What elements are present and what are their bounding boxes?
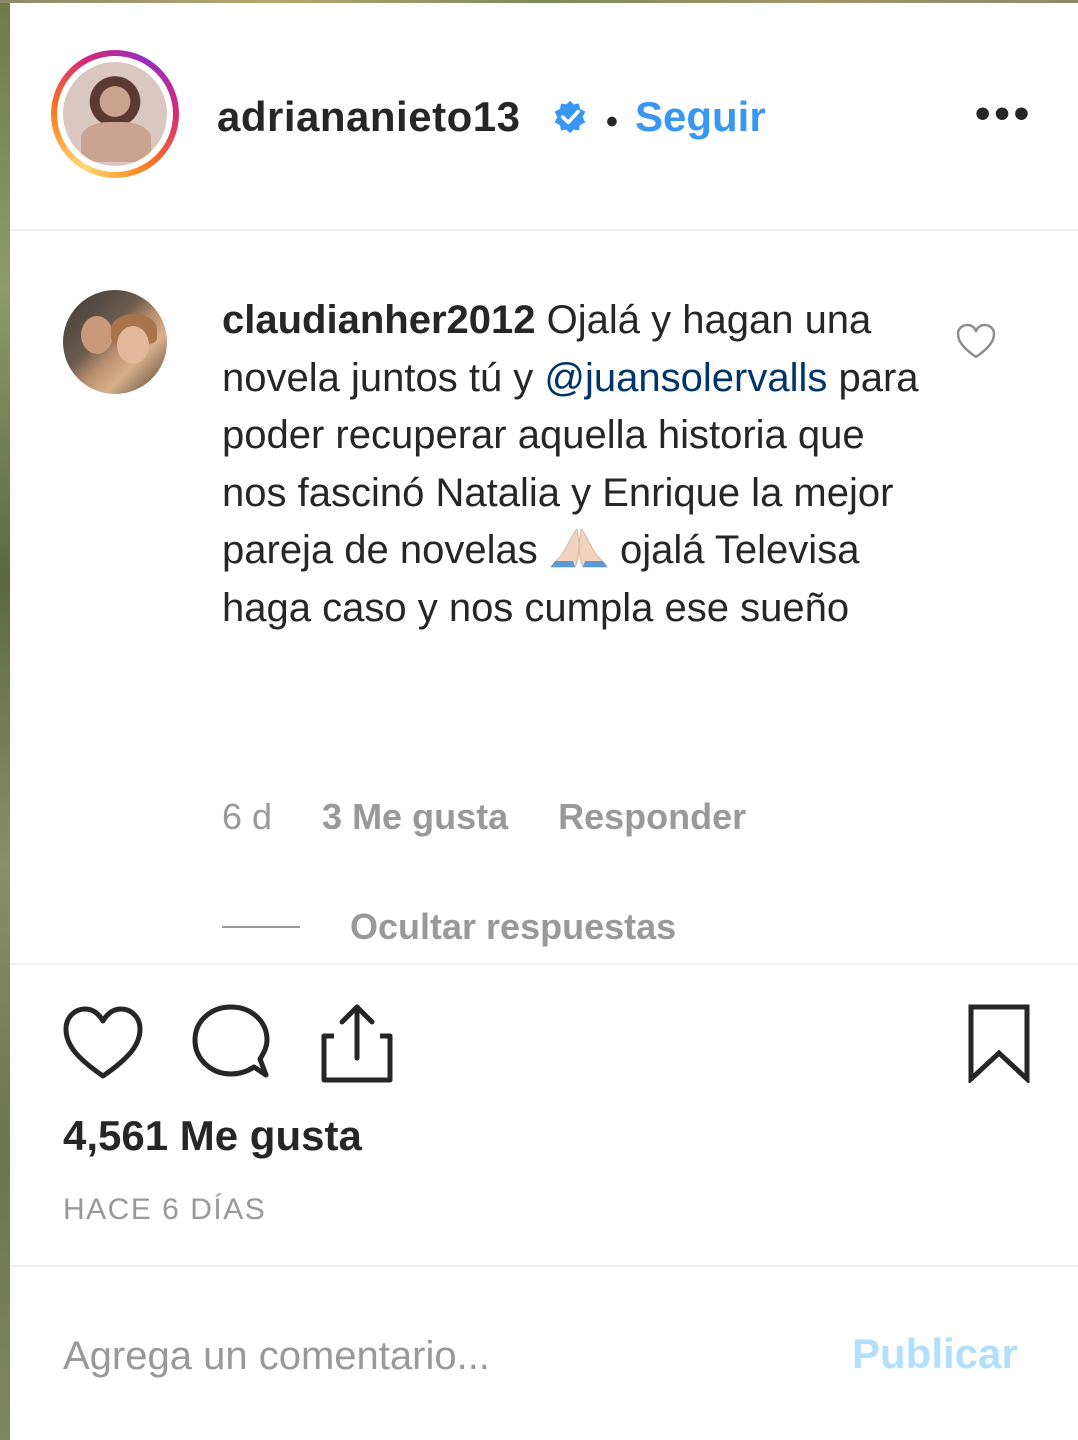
like-heart-icon[interactable] — [62, 1005, 144, 1081]
more-options-icon[interactable]: ••• — [975, 92, 1033, 136]
header-separator: • — [606, 103, 618, 141]
section-divider — [10, 963, 1078, 965]
comment-meta: 6 d 3 Me gusta Responder — [222, 796, 796, 838]
commenter-avatar[interactable] — [63, 290, 167, 394]
post-likes-count[interactable]: 4,561 Me gusta — [63, 1112, 362, 1160]
comment-author[interactable]: claudianher2012 — [222, 298, 536, 342]
post-header: adriananieto13 • Seguir ••• — [10, 3, 1078, 231]
comment-like-heart-icon[interactable] — [955, 322, 997, 360]
publish-button[interactable]: Publicar — [852, 1330, 1018, 1378]
add-comment-input[interactable] — [63, 1328, 823, 1384]
comment-mention-link[interactable]: @juansolervalls — [544, 356, 827, 400]
reply-button[interactable]: Responder — [558, 796, 746, 837]
post-timestamp[interactable]: HACE 6 DÍAS — [63, 1193, 266, 1227]
section-divider — [10, 1265, 1078, 1267]
follow-button[interactable]: Seguir — [635, 93, 766, 141]
background-photo-edge — [0, 0, 10, 1440]
save-bookmark-icon[interactable] — [967, 1003, 1031, 1083]
comment-age: 6 d — [222, 796, 273, 837]
comment-bubble-icon[interactable] — [190, 1003, 272, 1083]
folded-hands-emoji — [549, 525, 609, 569]
comment-likes-count[interactable]: 3 Me gusta — [322, 796, 508, 837]
comment-body: claudianher2012 Ojalá y hagan una novela… — [222, 292, 922, 638]
hide-replies-button[interactable]: Ocultar respuestas — [350, 906, 676, 948]
author-username[interactable]: adriananieto13 — [217, 93, 520, 141]
replies-divider-line — [222, 926, 300, 928]
author-avatar[interactable] — [51, 50, 179, 178]
verified-badge-icon — [554, 100, 586, 134]
share-upload-icon[interactable] — [320, 1002, 394, 1084]
